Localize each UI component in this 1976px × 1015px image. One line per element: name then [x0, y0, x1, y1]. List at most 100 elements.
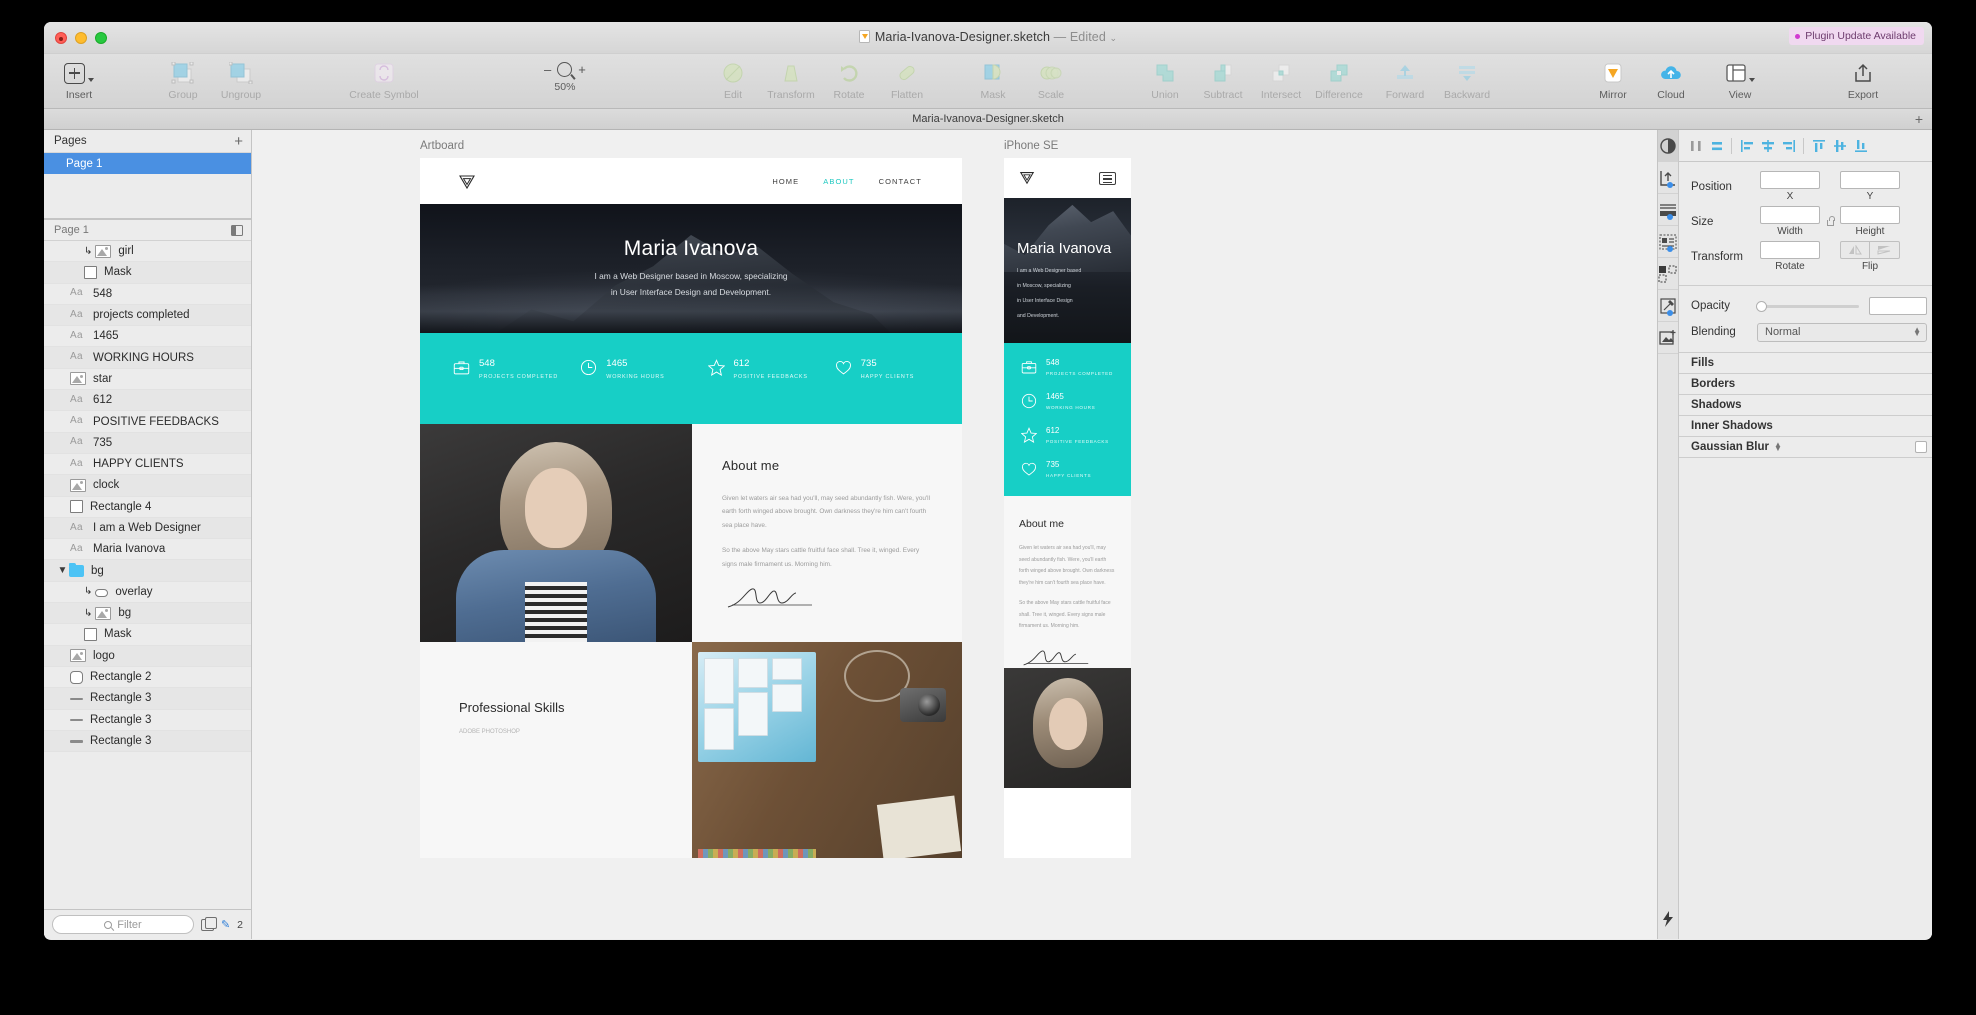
layer-row[interactable]: Aa I am a Web Designer: [44, 517, 251, 540]
layer-row[interactable]: clock: [44, 475, 251, 497]
layer-row[interactable]: Aa POSITIVE FEEDBACKS: [44, 411, 251, 433]
zoom-out-button[interactable]: –: [544, 62, 551, 77]
layer-row[interactable]: Aa Maria Ivanova: [44, 539, 251, 561]
rail-text-icon[interactable]: [1658, 226, 1678, 258]
cloud-button[interactable]: Cloud: [1642, 59, 1700, 101]
chevron-updown-icon[interactable]: ▲ ▼: [1774, 440, 1782, 453]
chevron-down-icon[interactable]: ⌄: [1109, 33, 1117, 43]
layer-row[interactable]: Aa projects completed: [44, 304, 251, 327]
width-input[interactable]: [1760, 206, 1820, 224]
blending-select[interactable]: Normal ▲ ▼: [1757, 322, 1927, 342]
rail-export-icon[interactable]: [1658, 162, 1678, 194]
layer-row[interactable]: Mask: [44, 262, 251, 284]
flip-vertical-button[interactable]: [1870, 241, 1900, 259]
align-top-icon[interactable]: [1808, 135, 1829, 157]
layer-row[interactable]: Mask: [44, 624, 251, 646]
layer-row[interactable]: Aa 548: [44, 283, 251, 305]
rail-edit-shape-icon[interactable]: [1658, 290, 1678, 322]
layer-row[interactable]: Aa HAPPY CLIENTS: [44, 453, 251, 476]
height-input[interactable]: [1840, 206, 1900, 224]
new-tab-button[interactable]: +: [1915, 112, 1923, 126]
backward-button[interactable]: Backward: [1436, 59, 1498, 101]
pencil-icon[interactable]: ✎: [221, 918, 230, 931]
artboard-desktop[interactable]: HOME ABOUT CONTACT Maria Ivanova I am a …: [420, 158, 962, 858]
layer-row[interactable]: Aa WORKING HOURS: [44, 347, 251, 369]
document-title[interactable]: Maria-Ivanova-Designer.sketch — Edited ⌄: [44, 30, 1932, 44]
layer-row[interactable]: ↳ girl: [44, 241, 251, 263]
difference-button[interactable]: Difference: [1310, 59, 1368, 101]
hamburger-menu-icon[interactable]: [1099, 171, 1116, 185]
layer-row[interactable]: Rectangle 3: [44, 730, 251, 753]
align-middle-icon[interactable]: [1829, 135, 1850, 157]
position-y-input[interactable]: [1840, 171, 1900, 189]
canvas[interactable]: Artboard iPhone SE HOME ABOUT CONTACT Ma…: [252, 130, 1657, 939]
shadows-section[interactable]: Shadows: [1679, 395, 1932, 416]
scale-button[interactable]: Scale: [1022, 59, 1080, 101]
disclosure-triangle-icon[interactable]: ▼: [56, 565, 69, 576]
opacity-slider[interactable]: [1756, 300, 1859, 312]
zoom-in-button[interactable]: +: [578, 62, 586, 77]
transform-button[interactable]: Transform: [762, 59, 820, 101]
flatten-button[interactable]: Flatten: [878, 59, 936, 101]
rail-distribute-icon[interactable]: [1658, 194, 1678, 226]
filter-input[interactable]: Filter: [52, 915, 194, 934]
plugin-update-badge[interactable]: Plugin Update Available: [1789, 27, 1924, 45]
flip-horizontal-button[interactable]: [1840, 241, 1870, 259]
layer-row[interactable]: Rectangle 3: [44, 709, 251, 731]
rail-plugins-icon[interactable]: [1658, 899, 1678, 939]
position-x-input[interactable]: [1760, 171, 1820, 189]
zoom-control[interactable]: – + 50%: [544, 62, 586, 93]
export-button[interactable]: Export: [1834, 59, 1892, 101]
borders-section[interactable]: Borders: [1679, 374, 1932, 395]
layer-row[interactable]: Rectangle 4: [44, 496, 251, 518]
align-right-icon[interactable]: [1778, 135, 1799, 157]
layer-row[interactable]: Rectangle 3: [44, 688, 251, 710]
forward-button[interactable]: Forward: [1374, 59, 1436, 101]
gaussian-blur-section[interactable]: Gaussian Blur ▲ ▼: [1679, 437, 1932, 458]
insert-button[interactable]: Insert: [50, 59, 108, 101]
layer-row[interactable]: star: [44, 368, 251, 391]
page-item-page-1[interactable]: Page 1: [44, 153, 251, 174]
align-left-icon[interactable]: [1736, 135, 1757, 157]
rotate-input[interactable]: [1760, 241, 1820, 259]
mask-button[interactable]: Mask: [964, 59, 1022, 101]
nav-link-home[interactable]: HOME: [772, 177, 799, 186]
fills-section[interactable]: Fills: [1679, 353, 1932, 374]
nav-link-about[interactable]: ABOUT: [823, 177, 854, 186]
layer-row[interactable]: Aa 735: [44, 432, 251, 454]
lock-aspect-icon[interactable]: [1826, 216, 1835, 226]
nav-link-contact[interactable]: CONTACT: [879, 177, 922, 186]
artboard-label-phone[interactable]: iPhone SE: [1004, 140, 1058, 152]
group-button[interactable]: Group: [154, 59, 212, 101]
layer-row[interactable]: ↳ bg: [44, 603, 251, 625]
layer-row[interactable]: Rectangle 2: [44, 666, 251, 689]
align-horizontal-icon[interactable]: [1706, 135, 1727, 157]
mirror-button[interactable]: Mirror: [1584, 59, 1642, 101]
subtract-button[interactable]: Subtract: [1194, 59, 1252, 101]
artboard-label-desktop[interactable]: Artboard: [420, 140, 464, 152]
toggle-layers-panel-icon[interactable]: [231, 224, 243, 236]
layer-row[interactable]: logo: [44, 645, 251, 667]
rail-contrast-icon[interactable]: [1658, 130, 1678, 162]
gaussian-blur-checkbox[interactable]: [1915, 441, 1927, 453]
rail-styles-icon[interactable]: [1658, 258, 1678, 290]
intersect-button[interactable]: Intersect: [1252, 59, 1310, 101]
rotate-button[interactable]: Rotate: [820, 59, 878, 101]
align-vertical-icon[interactable]: [1685, 135, 1706, 157]
layer-list[interactable]: ↳ girl Mask Aa 548 Aa projects completed Aa 1465…: [44, 241, 251, 909]
layer-row[interactable]: ↳ overlay: [44, 581, 251, 604]
inner-shadows-section[interactable]: Inner Shadows: [1679, 416, 1932, 437]
edit-button[interactable]: Edit: [704, 59, 762, 101]
ungroup-button[interactable]: Ungroup: [212, 59, 270, 101]
artboard-iphone-se[interactable]: Maria Ivanova I am a Web Designer based …: [1004, 158, 1131, 858]
duplicate-icon[interactable]: [200, 916, 217, 931]
layer-row[interactable]: Aa 1465: [44, 326, 251, 348]
document-tab[interactable]: Maria-Ivanova-Designer.sketch: [912, 113, 1064, 125]
create-symbol-button[interactable]: Create Symbol: [334, 59, 434, 101]
add-page-button[interactable]: +: [234, 134, 243, 149]
rail-add-image-icon[interactable]: [1658, 322, 1678, 354]
opacity-input[interactable]: [1869, 297, 1927, 315]
layer-row[interactable]: Aa 612: [44, 390, 251, 412]
union-button[interactable]: Union: [1136, 59, 1194, 101]
opacity-slider-knob[interactable]: [1756, 300, 1767, 312]
